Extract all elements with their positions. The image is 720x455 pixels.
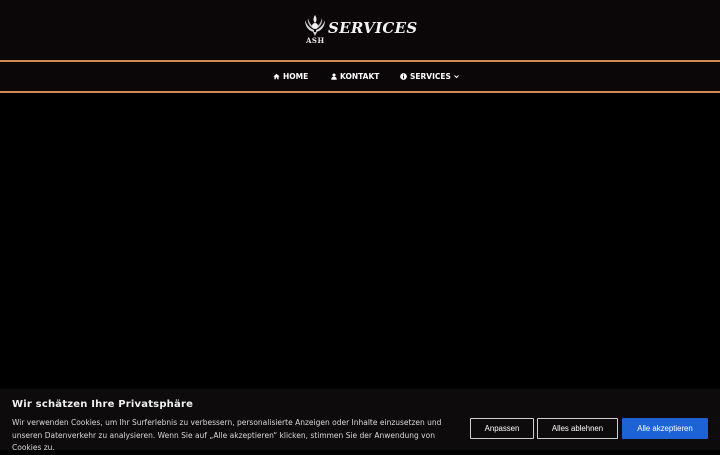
main-content-area [0,93,720,389]
nav-services-label: SERVICES [410,72,451,81]
chevron-down-icon [454,75,459,79]
cookie-banner-text: Wir verwenden Cookies, um Ihr Surferlebn… [12,418,442,452]
nav-kontakt-label: KONTAKT [340,72,380,81]
customize-button[interactable]: Anpassen [470,418,534,439]
info-circle-icon [400,73,407,80]
eagle-emblem-icon [305,15,325,36]
main-navigation: HOME KONTAKT SERVICES [0,60,720,93]
nav-services[interactable]: SERVICES [400,62,459,91]
user-icon [331,73,337,80]
site-header: ASH SERVICES [0,0,720,60]
reject-all-button[interactable]: Alles ablehnen [537,418,618,439]
site-logo[interactable]: ASH SERVICES [302,12,417,48]
cookie-consent-banner: Wir schätzen Ihre Privatsphäre Wir verwe… [0,389,720,452]
logo-ash-text: ASH [306,36,325,45]
home-icon [273,73,280,80]
accept-all-button[interactable]: Alle akzeptieren [622,418,708,439]
logo-title: SERVICES [328,19,418,37]
cookie-banner-title: Wir schätzen Ihre Privatsphäre [12,399,194,410]
nav-kontakt[interactable]: KONTAKT [331,62,379,91]
nav-home-label: HOME [283,72,309,81]
nav-home[interactable]: HOME [273,62,308,91]
